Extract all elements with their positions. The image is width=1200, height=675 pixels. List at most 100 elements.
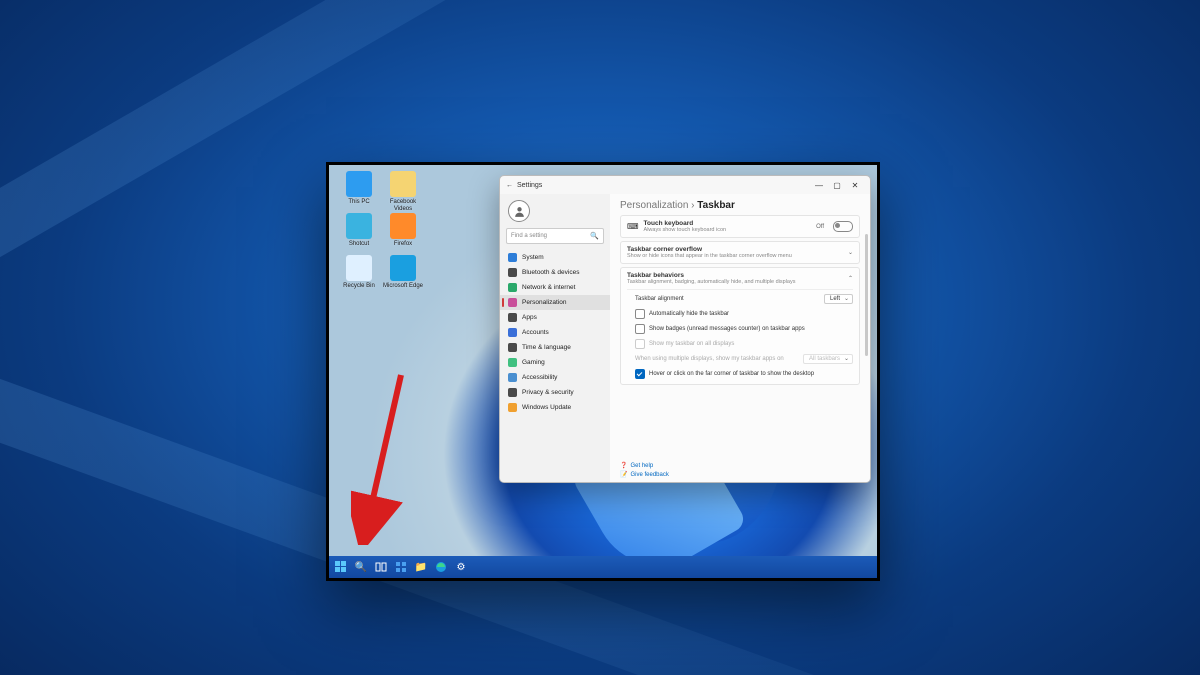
content-scrollbar[interactable] — [865, 234, 868, 456]
nav-label: Time & language — [522, 344, 571, 351]
settings-sidebar: Find a setting 🔍 System Bluetooth & devic… — [500, 194, 610, 482]
nav-item-privacy-security[interactable]: Privacy & security — [500, 385, 610, 400]
nav-icon — [508, 403, 517, 412]
nav-label: Accounts — [522, 329, 549, 336]
nav-label: Windows Update — [522, 404, 571, 411]
chevron-down-icon: ⌄ — [848, 249, 853, 256]
article-background: This PCFacebook VideosShotcutFirefox Recy… — [0, 0, 1200, 675]
close-button[interactable]: ✕ — [846, 178, 864, 192]
nav-label: Network & internet — [522, 284, 575, 291]
taskbar-alignment-dropdown[interactable]: Left — [824, 294, 853, 304]
icon-label: Recycle Bin — [337, 283, 381, 290]
nav-label: System — [522, 254, 544, 261]
multi-display-dropdown: All taskbars — [803, 354, 853, 364]
nav-item-accounts[interactable]: Accounts — [500, 325, 610, 340]
card-subtitle: Taskbar alignment, badging, automaticall… — [627, 279, 795, 285]
option-label: Automatically hide the taskbar — [649, 311, 729, 317]
option-label: Taskbar alignment — [635, 296, 684, 302]
back-button[interactable]: ← — [506, 182, 513, 189]
search-button[interactable]: 🔍 — [353, 559, 369, 575]
nav-icon — [508, 328, 517, 337]
maximize-button[interactable]: ▢ — [828, 178, 846, 192]
settings-button[interactable]: ⚙ — [453, 559, 469, 575]
bg-ray — [0, 327, 375, 675]
icon-label: Facebook Videos — [381, 199, 425, 212]
nav-item-bluetooth-devices[interactable]: Bluetooth & devices — [500, 265, 610, 280]
nav-icon — [508, 253, 517, 262]
file-explorer-button[interactable]: 📁 — [413, 559, 429, 575]
nav-item-network-internet[interactable]: Network & internet — [500, 280, 610, 295]
edge-button[interactable] — [433, 559, 449, 575]
nav-item-system[interactable]: System — [500, 250, 610, 265]
checkbox[interactable] — [635, 324, 645, 334]
feedback-icon: 📝 — [620, 471, 627, 478]
nav-item-windows-update[interactable]: Windows Update — [500, 400, 610, 415]
card-title: Taskbar corner overflow — [627, 246, 792, 253]
nav-icon — [508, 343, 517, 352]
nav-icon — [508, 283, 517, 292]
settings-content: Personalization › Taskbar ⌨ Touch keyboa… — [610, 194, 870, 482]
task-view-button[interactable] — [373, 559, 389, 575]
nav-label: Privacy & security — [522, 389, 574, 396]
taskbar-behaviors-card: Taskbar behaviors Taskbar alignment, bad… — [620, 267, 860, 385]
desktop-icon-microsoft-edge[interactable]: Microsoft Edge — [381, 255, 425, 290]
avatar — [508, 200, 530, 222]
nav-item-accessibility[interactable]: Accessibility — [500, 370, 610, 385]
taskbar: 🔍 📁 ⚙ — [329, 556, 877, 578]
breadcrumb-current: Taskbar — [697, 200, 735, 211]
chevron-up-icon[interactable]: ⌃ — [848, 275, 853, 282]
icon-label: Firefox — [381, 241, 425, 248]
user-account-row[interactable] — [500, 198, 610, 228]
widgets-button[interactable] — [393, 559, 409, 575]
nav-icon — [508, 313, 517, 322]
auto-hide-row[interactable]: Automatically hide the taskbar — [627, 308, 853, 320]
show-badges-row[interactable]: Show badges (unread messages counter) on… — [627, 323, 853, 335]
hover-corner-row[interactable]: Hover or click on the far corner of task… — [627, 368, 853, 380]
option-label: Show badges (unread messages counter) on… — [649, 326, 805, 332]
keyboard-icon: ⌨ — [627, 222, 639, 231]
nav-label: Personalization — [522, 299, 566, 306]
breadcrumb-parent[interactable]: Personalization — [620, 200, 688, 211]
multi-display-row: When using multiple displays, show my ta… — [627, 353, 853, 365]
breadcrumb: Personalization › Taskbar — [620, 200, 860, 211]
nav-item-gaming[interactable]: Gaming — [500, 355, 610, 370]
start-button[interactable] — [333, 559, 349, 575]
corner-overflow-card[interactable]: Taskbar corner overflow Show or hide ico… — [620, 241, 860, 264]
checkbox-checked[interactable] — [635, 369, 645, 379]
bg-ray — [0, 0, 107, 343]
nav-item-time-language[interactable]: Time & language — [500, 340, 610, 355]
give-feedback-link[interactable]: 📝Give feedback — [620, 471, 860, 478]
card-subtitle: Show or hide icons that appear in the ta… — [627, 253, 792, 259]
window-title: Settings — [517, 182, 542, 189]
nav-item-apps[interactable]: Apps — [500, 310, 610, 325]
scrollbar-thumb[interactable] — [865, 234, 868, 356]
desktop-icon-this-pc[interactable]: This PC — [337, 171, 381, 206]
windows-desktop-screenshot: This PCFacebook VideosShotcutFirefox Recy… — [326, 162, 880, 581]
settings-nav-list: System Bluetooth & devices Network & inter… — [500, 250, 610, 415]
option-label: Hover or click on the far corner of task… — [649, 371, 814, 377]
taskbar-alignment-row: Taskbar alignment Left — [627, 293, 853, 305]
search-input[interactable]: Find a setting 🔍 — [506, 228, 604, 244]
minimize-button[interactable]: ― — [810, 178, 828, 192]
checkbox-disabled — [635, 339, 645, 349]
touch-keyboard-card[interactable]: ⌨ Touch keyboard Always show touch keybo… — [620, 215, 860, 238]
checkbox[interactable] — [635, 309, 645, 319]
desktop-icon-facebook-videos[interactable]: Facebook Videos — [381, 171, 425, 212]
search-placeholder: Find a setting — [511, 233, 547, 239]
card-subtitle: Always show touch keyboard icon — [644, 227, 727, 233]
all-displays-row: Show my taskbar on all displays — [627, 338, 853, 350]
icon-label: Microsoft Edge — [381, 283, 425, 290]
touch-keyboard-toggle[interactable] — [833, 221, 853, 232]
nav-item-personalization[interactable]: Personalization — [500, 295, 610, 310]
nav-icon — [508, 388, 517, 397]
desktop-icon-recycle-bin[interactable]: Recycle Bin — [337, 255, 381, 290]
nav-icon — [508, 358, 517, 367]
search-icon: 🔍 — [590, 232, 599, 240]
help-icon: ❓ — [620, 462, 627, 469]
desktop-icon-firefox[interactable]: Firefox — [381, 213, 425, 248]
settings-window: ← Settings ― ▢ ✕ Find a setting 🔍 — [499, 175, 871, 483]
nav-icon — [508, 268, 517, 277]
get-help-link[interactable]: ❓Get help — [620, 462, 860, 469]
window-titlebar[interactable]: ← Settings ― ▢ ✕ — [500, 176, 870, 194]
desktop-icon-shotcut[interactable]: Shotcut — [337, 213, 381, 248]
